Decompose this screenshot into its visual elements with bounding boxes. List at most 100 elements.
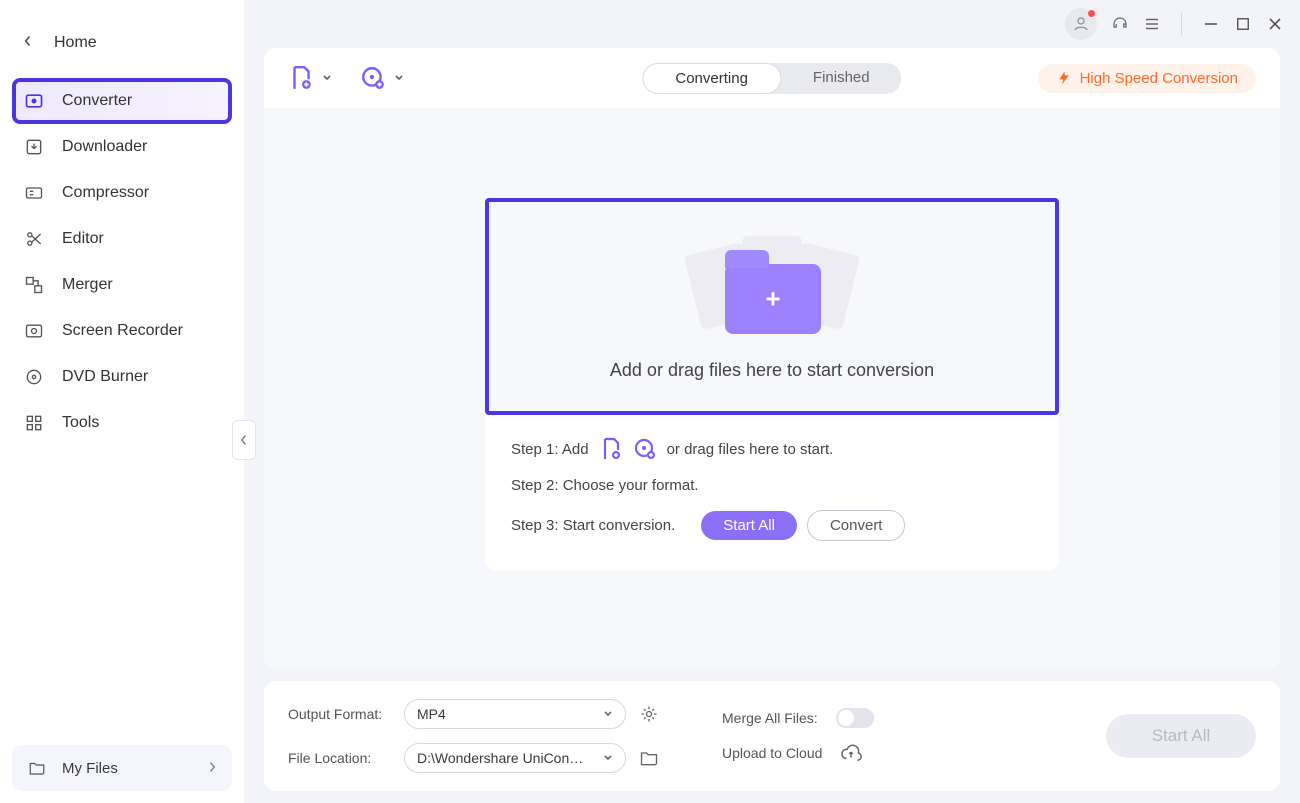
sidebar: Home Converter Downloader Compressor Edi… [0, 0, 244, 803]
convert-button[interactable]: Convert [807, 510, 906, 541]
sidebar-item-converter[interactable]: Converter [12, 78, 232, 124]
file-plus-icon [599, 437, 623, 461]
my-files-button[interactable]: My Files [12, 745, 232, 791]
output-settings-button[interactable] [638, 703, 660, 725]
step-2-text: Step 2: Choose your format. [511, 477, 699, 494]
sidebar-item-compressor[interactable]: Compressor [12, 170, 232, 216]
window-minimize-button[interactable] [1202, 15, 1220, 33]
chevron-down-icon [603, 753, 613, 763]
titlebar [244, 0, 1300, 48]
sidebar-item-label: Merger [62, 276, 113, 294]
menu-button[interactable] [1143, 15, 1161, 33]
output-format-label: Output Format: [288, 706, 392, 722]
open-folder-button[interactable] [638, 747, 660, 769]
sidebar-item-tools[interactable]: Tools [12, 400, 232, 446]
my-files-label: My Files [62, 760, 118, 777]
chevron-left-icon [24, 34, 32, 52]
disc-plus-icon [633, 437, 657, 461]
sidebar-item-label: Screen Recorder [62, 322, 183, 340]
sidebar-item-label: Compressor [62, 184, 149, 202]
hsc-label: High Speed Conversion [1080, 70, 1238, 87]
folder-icon [639, 748, 659, 768]
content-card: Converting Finished High Speed Conversio… [264, 48, 1280, 669]
sidebar-item-label: DVD Burner [62, 368, 148, 386]
gear-icon [639, 704, 659, 724]
disc-plus-icon [360, 65, 386, 91]
chevron-down-icon [603, 709, 613, 719]
sidebar-item-editor[interactable]: Editor [12, 216, 232, 262]
toolbar: Converting Finished High Speed Conversio… [264, 48, 1280, 108]
step-2: Step 2: Choose your format. [511, 477, 1033, 494]
sidebar-item-label: Editor [62, 230, 104, 248]
window-close-button[interactable] [1266, 15, 1284, 33]
merge-label: Merge All Files: [722, 710, 818, 726]
add-file-button[interactable] [288, 65, 332, 91]
user-icon [1072, 15, 1090, 33]
minimize-icon [1203, 16, 1219, 32]
upload-row[interactable]: Upload to Cloud [722, 742, 874, 764]
chevron-right-icon [208, 760, 216, 777]
disc-icon [24, 367, 44, 387]
recorder-icon [24, 321, 44, 341]
sidebar-home-label: Home [54, 34, 97, 52]
sidebar-item-label: Downloader [62, 138, 147, 156]
folder-icon [28, 759, 46, 777]
compressor-icon [24, 183, 44, 203]
sidebar-item-merger[interactable]: Merger [12, 262, 232, 308]
body-area: + Add or drag files here to start conver… [264, 108, 1280, 669]
scissors-icon [24, 229, 44, 249]
sidebar-item-screen-recorder[interactable]: Screen Recorder [12, 308, 232, 354]
merge-row: Merge All Files: [722, 708, 874, 728]
add-dvd-button[interactable] [360, 65, 404, 91]
step-3-text: Step 3: Start conversion. [511, 517, 675, 534]
folder-plus-icon: + [725, 264, 821, 334]
dropzone-text: Add or drag files here to start conversi… [610, 360, 934, 381]
sidebar-item-label: Tools [62, 414, 99, 432]
hamburger-icon [1143, 15, 1161, 33]
account-button[interactable] [1065, 8, 1097, 40]
step-1-post: or drag files here to start. [667, 441, 834, 458]
steps-panel: Step 1: Add or drag files here to start.… [485, 415, 1059, 571]
converter-icon [24, 91, 44, 111]
sidebar-item-label: Converter [62, 92, 132, 110]
sidebar-item-dvd-burner[interactable]: DVD Burner [12, 354, 232, 400]
dropzone[interactable]: + Add or drag files here to start conver… [485, 198, 1059, 415]
file-plus-icon [288, 65, 314, 91]
window-maximize-button[interactable] [1234, 15, 1252, 33]
folder-illustration: + [692, 236, 852, 336]
file-location-value: D:\Wondershare UniConverter 1 [417, 750, 587, 766]
output-format-value: MP4 [417, 706, 446, 722]
download-icon [24, 137, 44, 157]
merge-toggle[interactable] [836, 708, 874, 728]
cloud-upload-icon [840, 742, 862, 764]
tab-finished[interactable]: Finished [781, 63, 902, 94]
output-format-select[interactable]: MP4 [404, 699, 626, 729]
merger-icon [24, 275, 44, 295]
upload-label: Upload to Cloud [722, 745, 822, 761]
main-area: Converting Finished High Speed Conversio… [244, 0, 1300, 803]
file-location-select[interactable]: D:\Wondershare UniConverter 1 [404, 743, 626, 773]
support-button[interactable] [1111, 15, 1129, 33]
drop-card: + Add or drag files here to start conver… [485, 198, 1059, 571]
grid-icon [24, 413, 44, 433]
maximize-icon [1236, 17, 1250, 31]
chevron-down-icon [322, 73, 332, 83]
divider [1181, 12, 1182, 36]
start-all-button[interactable]: Start All [701, 511, 797, 540]
start-all-footer-button[interactable]: Start All [1106, 714, 1256, 758]
step-3: Step 3: Start conversion. Start All Conv… [511, 510, 1033, 541]
high-speed-conversion-button[interactable]: High Speed Conversion [1038, 64, 1256, 93]
step-1: Step 1: Add or drag files here to start. [511, 437, 1033, 461]
notification-dot [1088, 10, 1095, 17]
lightning-icon [1056, 70, 1072, 86]
tab-converting[interactable]: Converting [642, 63, 781, 94]
headset-icon [1111, 14, 1129, 34]
step-1-pre: Step 1: Add [511, 441, 589, 458]
sidebar-home[interactable]: Home [12, 20, 232, 66]
file-location-label: File Location: [288, 750, 392, 766]
footer: Output Format: MP4 File Location: D:\Won… [264, 681, 1280, 791]
tabs: Converting Finished [642, 63, 901, 94]
sidebar-item-downloader[interactable]: Downloader [12, 124, 232, 170]
close-icon [1267, 16, 1283, 32]
chevron-down-icon [394, 73, 404, 83]
